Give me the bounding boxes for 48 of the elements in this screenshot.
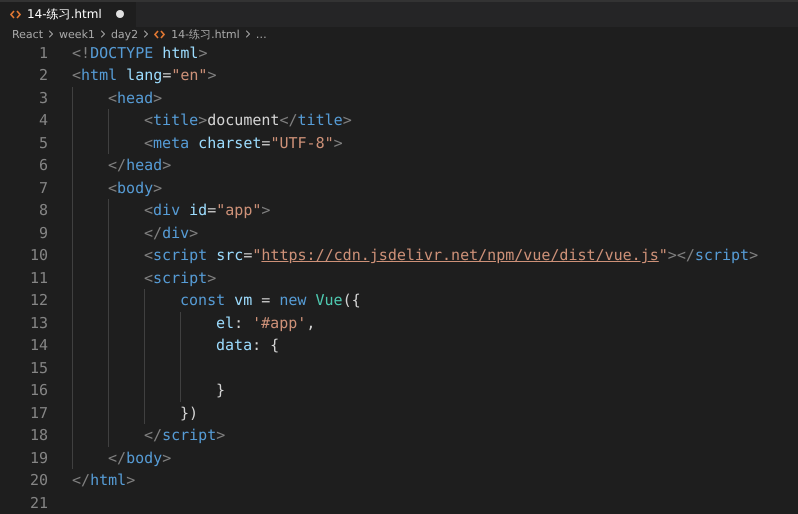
code-line: <!DOCTYPE html> xyxy=(72,44,208,62)
code-line: <head> xyxy=(108,88,162,107)
line-number: 4 xyxy=(38,111,48,130)
line-number: 14 xyxy=(28,336,48,354)
line-number: 1 xyxy=(38,44,48,62)
line-number: 2 xyxy=(38,66,48,84)
line-number: 21 xyxy=(28,494,48,512)
code-line: el: '#app', xyxy=(216,314,316,332)
line-number: 18 xyxy=(28,426,48,444)
code-line: </div> xyxy=(144,224,198,242)
breadcrumb-item[interactable]: 14-练习.html xyxy=(171,26,240,42)
code-line: <html lang="en"> xyxy=(72,66,216,84)
code-file-icon xyxy=(10,10,21,19)
line-number: 3 xyxy=(38,88,48,107)
code-line: </script> xyxy=(144,426,226,444)
line-number: 7 xyxy=(38,178,48,197)
breadcrumb-item[interactable]: day2 xyxy=(110,28,138,40)
code-line: <body> xyxy=(108,178,162,197)
line-number: 16 xyxy=(28,381,48,400)
code-line: <title>document</title> xyxy=(144,111,352,130)
line-number: 13 xyxy=(28,314,48,332)
code-line: }) xyxy=(180,404,198,422)
code-line: <script> xyxy=(144,268,216,287)
line-number: 12 xyxy=(28,291,48,310)
line-number: 5 xyxy=(38,134,48,152)
code-line: </head> xyxy=(108,156,172,174)
code-line: data: { xyxy=(216,336,280,354)
line-number: 15 xyxy=(28,358,48,377)
line-number: 10 xyxy=(28,246,48,264)
editor-tab[interactable]: 14-练习.html xyxy=(0,2,136,26)
line-number: 9 xyxy=(38,224,48,242)
code-line: </body> xyxy=(108,448,172,467)
code-line: <div id="app"> xyxy=(144,201,270,220)
line-number: 17 xyxy=(28,404,48,422)
line-number: 20 xyxy=(28,471,48,490)
code-line: </html> xyxy=(72,471,136,490)
code-line: <script src="https://cdn.jsdelivr.net/npm/vue/dist/vue.js"></script> xyxy=(144,246,758,264)
code-line: <meta charset="UTF-8"> xyxy=(144,134,343,152)
line-number: 11 xyxy=(28,268,48,287)
line-number: 6 xyxy=(38,156,48,174)
code-file-icon xyxy=(154,30,166,38)
breadcrumb-item[interactable]: week1 xyxy=(59,28,95,40)
code-line: } xyxy=(216,381,226,400)
breadcrumb-item[interactable]: React xyxy=(12,28,44,40)
code-line: const vm = new Vue({ xyxy=(180,291,361,310)
breadcrumb-more[interactable]: … xyxy=(256,28,267,40)
line-number: 8 xyxy=(38,201,48,220)
line-number: 19 xyxy=(28,448,48,467)
